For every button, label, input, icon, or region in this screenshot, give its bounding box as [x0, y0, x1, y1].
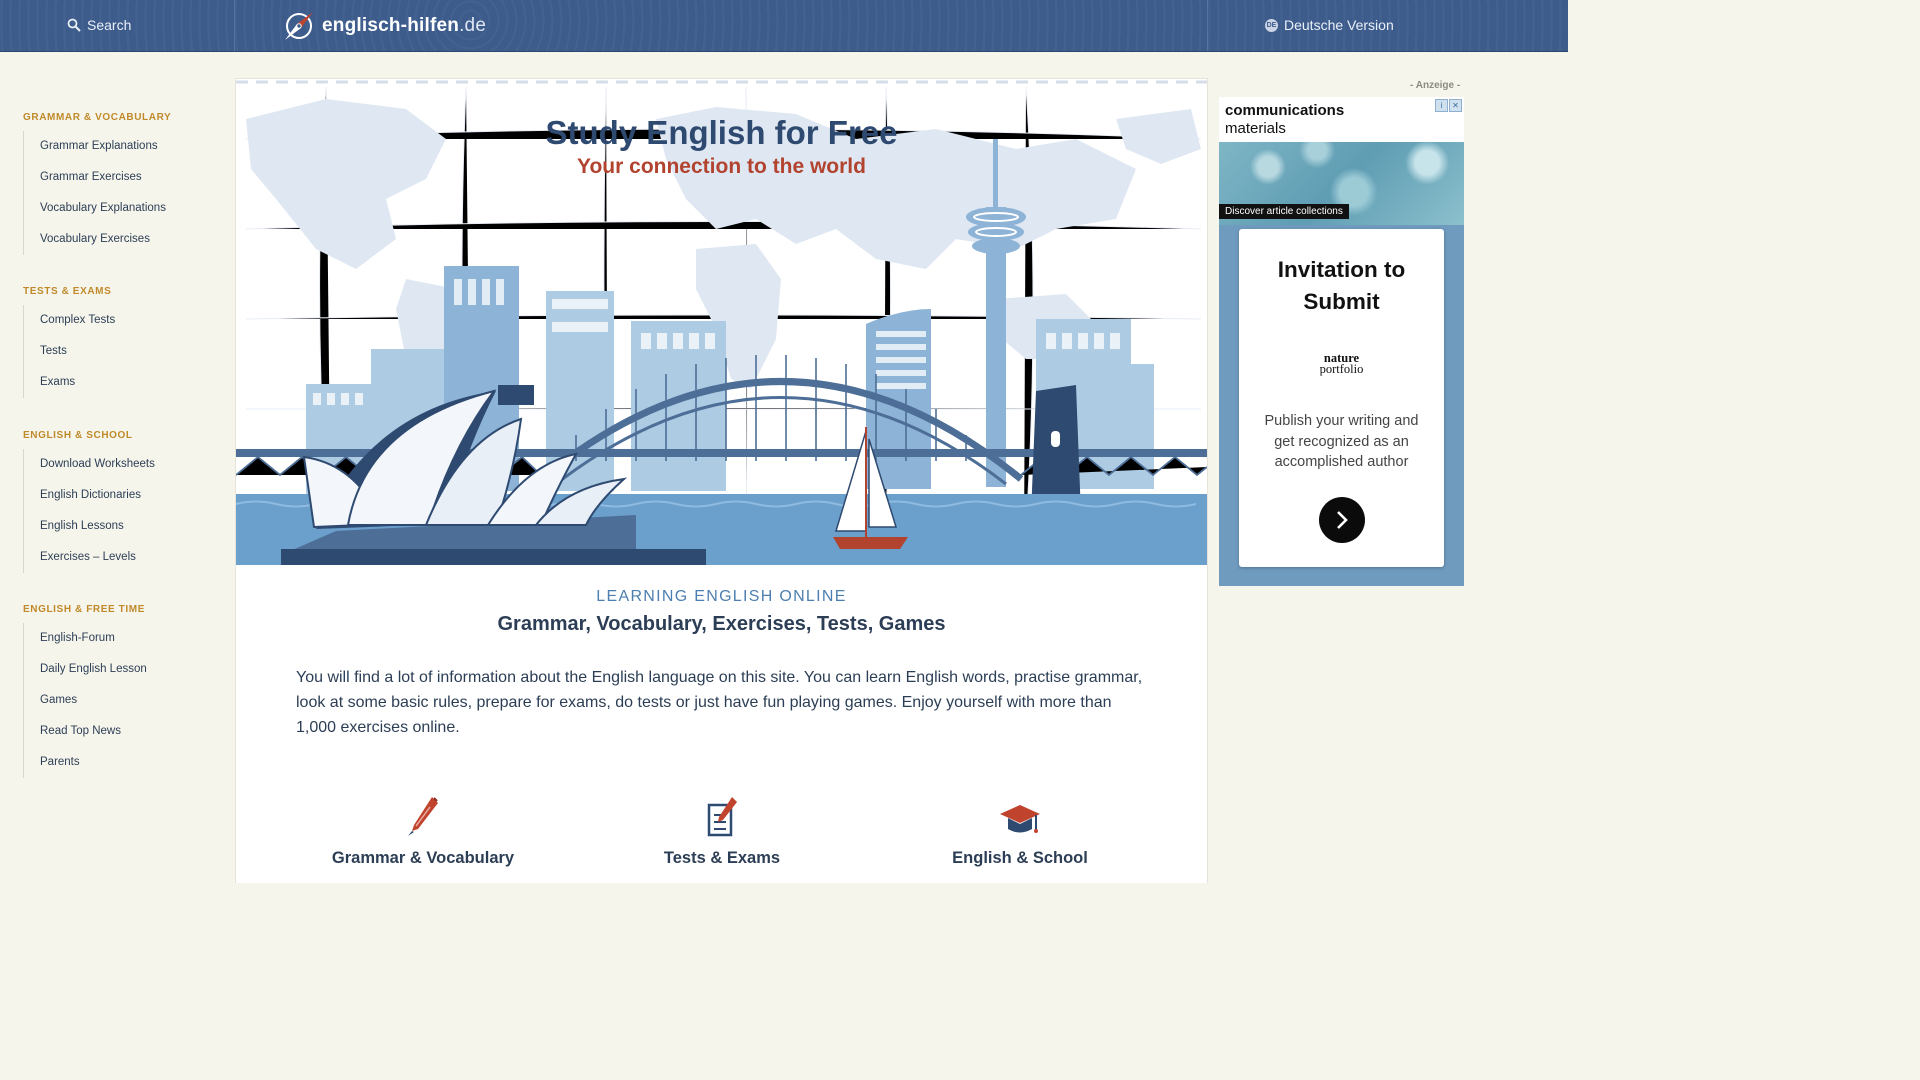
intro-paragraph: You will find a lot of information about… [296, 669, 1143, 736]
nav-item-english-dictionaries[interactable]: English Dictionaries [40, 480, 155, 511]
ad-label: - Anzeige - [1410, 80, 1461, 91]
main-content: Study English for Free Your connection t… [235, 78, 1208, 883]
ad-controls: i ✕ [1435, 99, 1462, 112]
nav-list: English-Forum Daily English Lesson Games… [23, 623, 147, 778]
nav-item-vocabulary-explanations[interactable]: Vocabulary Explanations [40, 193, 171, 224]
logo-name: englisch-hilfen [322, 15, 460, 36]
ad-close-icon[interactable]: ✕ [1449, 99, 1462, 112]
nav-group-english-free-time: ENGLISH & FREE TIME English-Forum Daily … [23, 604, 147, 778]
nav-heading: ENGLISH & SCHOOL [23, 430, 133, 441]
nav-item-english-lessons[interactable]: English Lessons [40, 511, 155, 542]
nav-heading: GRAMMAR & VOCABULARY [23, 112, 172, 123]
ad-header: communications materials i ✕ [1219, 97, 1464, 142]
top-navigation-bar: Search englisch-hilfen.de DE Deutsche Ve… [0, 0, 1568, 52]
category-label: English & School [952, 849, 1088, 867]
language-switch-link[interactable]: DE Deutsche Version [1265, 17, 1394, 33]
hero-title: Study English for Free [545, 114, 898, 151]
nav-list: Grammar Explanations Grammar Exercises V… [23, 131, 171, 255]
ad-card-title: Invitation to Submit [1277, 257, 1406, 314]
hero-subtitle: Your connection to the world [577, 155, 866, 178]
ad-card-text: Publish your writing and get recognized … [1264, 413, 1419, 470]
nav-item-exams[interactable]: Exams [40, 367, 115, 398]
category-english-school[interactable]: English & School [900, 795, 1140, 868]
ad-brand-line1: communications [1225, 102, 1345, 119]
nav-heading: TESTS & EXAMS [23, 286, 112, 297]
nav-item-vocabulary-exercises[interactable]: Vocabulary Exercises [40, 224, 171, 255]
german-flag-icon: DE [1265, 18, 1278, 32]
ad-card[interactable]: Invitation to Submit nature portfolio Pu… [1239, 229, 1444, 567]
ad-brand-line2: materials [1225, 120, 1286, 137]
logo-text: englisch-hilfen.de [322, 15, 486, 37]
logo-tld: .de [459, 15, 487, 36]
category-label: Tests & Exams [663, 849, 781, 867]
section-title: Grammar, Vocabulary, Exercises, Tests, G… [497, 613, 946, 635]
nav-item-games[interactable]: Games [40, 685, 147, 716]
search-icon [67, 18, 81, 32]
hero-banner: Study English for Free Your connection t… [236, 79, 1207, 565]
graduation-cap-icon [900, 795, 1140, 837]
category-grammar-vocabulary[interactable]: Grammar & Vocabulary [303, 795, 543, 868]
section-kicker: LEARNING ENGLISH ONLINE [596, 588, 847, 605]
header-divider [1207, 0, 1208, 51]
ad-next-button[interactable] [1319, 497, 1365, 543]
nav-item-read-top-news[interactable]: Read Top News [40, 716, 147, 747]
pen-icon [303, 795, 543, 837]
language-switch-label: Deutsche Version [1284, 17, 1394, 33]
search-button[interactable]: Search [67, 17, 131, 33]
nav-group-tests-exams: TESTS & EXAMS Complex Tests Tests Exams [23, 286, 115, 398]
ad-image-caption[interactable]: Discover article collections [1219, 204, 1349, 219]
nav-item-grammar-exercises[interactable]: Grammar Exercises [40, 162, 171, 193]
nav-item-tests[interactable]: Tests [40, 336, 115, 367]
nav-group-english-school: ENGLISH & SCHOOL Download Worksheets Eng… [23, 430, 155, 573]
nav-item-parents[interactable]: Parents [40, 747, 147, 778]
category-tests-exams[interactable]: Tests & Exams [602, 795, 842, 868]
nav-item-complex-tests[interactable]: Complex Tests [40, 305, 115, 336]
nav-list: Download Worksheets English Dictionaries… [23, 449, 155, 573]
test-document-icon [602, 795, 842, 837]
ad-info-icon[interactable]: i [1435, 99, 1448, 112]
nav-group-grammar-vocabulary: GRAMMAR & VOCABULARY Grammar Explanation… [23, 112, 171, 255]
header-divider [234, 0, 235, 51]
nav-item-grammar-explanations[interactable]: Grammar Explanations [40, 131, 171, 162]
nav-item-exercises-levels[interactable]: Exercises – Levels [40, 542, 155, 573]
nav-list: Complex Tests Tests Exams [23, 305, 115, 398]
advertisement[interactable]: communications materials i ✕ Discover ar… [1219, 97, 1464, 586]
chevron-right-icon [1337, 511, 1348, 529]
nav-item-daily-english-lesson[interactable]: Daily English Lesson [40, 654, 147, 685]
site-logo[interactable]: englisch-hilfen.de [282, 9, 486, 43]
ad-publisher-line2: portfolio [1319, 362, 1364, 376]
search-label: Search [87, 17, 132, 33]
compass-logo-icon [285, 12, 313, 40]
nav-heading: ENGLISH & FREE TIME [23, 604, 145, 615]
category-label: Grammar & Vocabulary [331, 849, 515, 867]
nav-item-download-worksheets[interactable]: Download Worksheets [40, 449, 155, 480]
nav-item-english-forum[interactable]: English-Forum [40, 623, 147, 654]
ad-publisher-logo: nature portfolio [1239, 352, 1444, 376]
